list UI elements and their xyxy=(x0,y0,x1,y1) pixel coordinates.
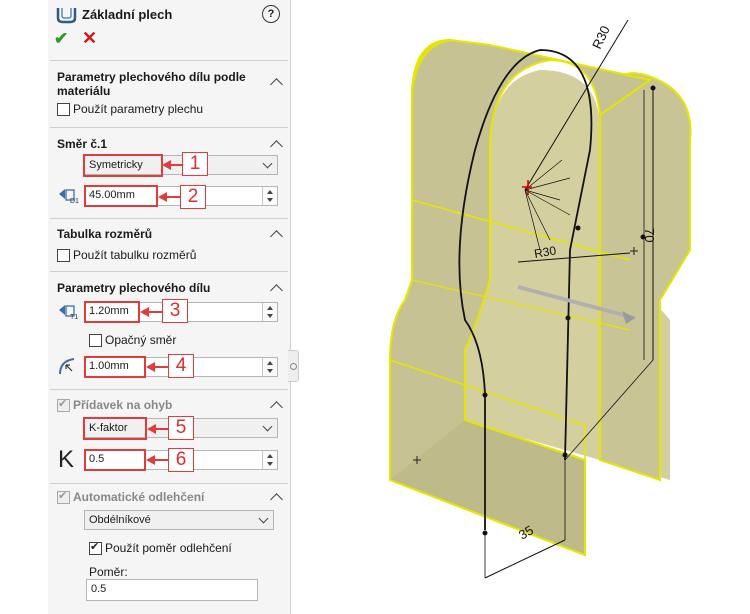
annotation-arrow-line xyxy=(154,459,168,461)
divider xyxy=(50,60,288,61)
divider xyxy=(50,218,288,219)
divider xyxy=(50,127,288,128)
chevron-down-icon xyxy=(262,158,273,169)
use-material-params-label: Použít parametry plechu xyxy=(73,102,204,116)
callout-2: 2 xyxy=(180,185,206,209)
highlight-box-5 xyxy=(83,417,147,440)
annotation-arrowhead xyxy=(146,455,155,465)
divider xyxy=(50,271,288,272)
annotation-arrowhead xyxy=(158,192,167,202)
use-relief-ratio-checkbox[interactable] xyxy=(89,540,102,555)
annotation-arrow-line xyxy=(166,196,180,198)
highlight-box-6 xyxy=(84,449,146,471)
bend-radius-spinner[interactable] xyxy=(262,358,277,376)
annotation-arrowhead xyxy=(147,424,156,434)
annotation-arrowhead xyxy=(140,307,149,317)
k-factor-icon: K xyxy=(58,446,75,473)
ratio-label: Poměr: xyxy=(89,565,128,579)
callout-5: 5 xyxy=(168,416,194,440)
reverse-direction-label: Opačný směr xyxy=(105,333,177,347)
ratio-value: 0.5 xyxy=(91,583,107,595)
divider xyxy=(50,483,288,484)
svg-text:T1: T1 xyxy=(70,314,78,320)
use-material-params-checkbox[interactable] xyxy=(57,103,70,116)
graphics-viewport[interactable]: R30 R30 70 35 xyxy=(300,0,750,614)
callout-3: 3 xyxy=(162,299,188,323)
use-table-label: Použít tabulku rozměrů xyxy=(73,248,197,262)
relief-type-value: Obdélníkové xyxy=(89,514,151,526)
annotation-arrowhead xyxy=(162,160,171,170)
annotation-arrow-line xyxy=(155,428,169,430)
annotation-arrowhead xyxy=(146,362,155,372)
bend-radius-icon xyxy=(59,358,75,375)
section-direction-title[interactable]: Směr č.1 xyxy=(57,137,107,151)
highlight-box-2 xyxy=(84,185,158,207)
divider xyxy=(50,389,288,390)
annotation-arrow-line xyxy=(148,311,162,313)
annotation-arrow-line xyxy=(170,164,182,166)
section-relief-title[interactable]: Automatické odlehčení xyxy=(73,490,204,504)
dimension-70[interactable]: 70 xyxy=(642,228,657,242)
callout-4: 4 xyxy=(168,354,194,378)
dimension-r30-top[interactable]: R30 xyxy=(589,23,613,51)
depth-spinner[interactable] xyxy=(262,187,277,205)
callout-6: 6 xyxy=(168,448,194,472)
section-material-title[interactable]: Parametry plechového dílu podle materiál… xyxy=(57,70,257,98)
base-flange-icon xyxy=(56,8,77,24)
panel-splitter[interactable] xyxy=(288,350,299,382)
chevron-down-icon xyxy=(262,421,273,432)
ratio-input[interactable]: 0.5 xyxy=(86,579,258,601)
relief-type-select[interactable]: Obdélníkové xyxy=(84,510,274,530)
splitter-grip-icon xyxy=(290,363,297,370)
annotation-arrow-line xyxy=(154,366,168,368)
section-table-title[interactable]: Tabulka rozměrů xyxy=(57,227,152,241)
panel-title: Základní plech xyxy=(82,7,173,22)
help-icon[interactable]: ? xyxy=(262,5,280,23)
use-table-checkbox[interactable] xyxy=(57,249,70,262)
k-factor-spinner[interactable] xyxy=(262,451,277,469)
auto-relief-checkbox[interactable] xyxy=(57,489,70,504)
ok-button[interactable]: ✔ xyxy=(54,29,68,49)
thickness-icon: T1 xyxy=(59,305,78,320)
section-bend-title[interactable]: Přídavek na ohyb xyxy=(73,398,172,412)
highlight-box-4 xyxy=(84,356,146,378)
bend-allowance-checkbox[interactable] xyxy=(57,397,70,412)
chevron-down-icon xyxy=(258,513,269,524)
reverse-direction-checkbox[interactable] xyxy=(89,334,102,347)
svg-text:D1: D1 xyxy=(70,198,79,204)
depth-icon: D1 xyxy=(59,189,79,204)
section-params-title[interactable]: Parametry plechového dílu xyxy=(57,281,210,295)
thickness-spinner[interactable] xyxy=(262,303,277,321)
callout-1: 1 xyxy=(182,152,208,176)
cancel-button[interactable]: ✕ xyxy=(82,28,97,49)
use-relief-ratio-label: Použít poměr odlehčení xyxy=(105,541,232,555)
highlight-box-3 xyxy=(84,301,140,323)
highlight-box-1 xyxy=(83,154,163,177)
